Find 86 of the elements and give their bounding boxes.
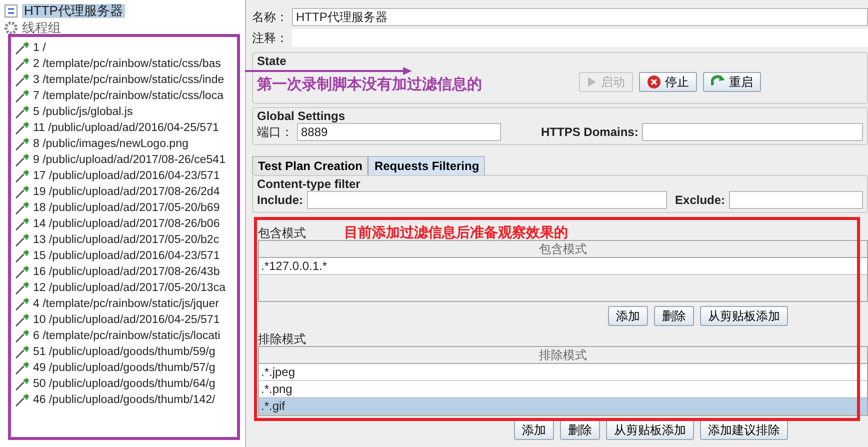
column-header: 包含模式: [259, 241, 867, 258]
exclude-field[interactable]: [729, 191, 863, 209]
tree-node[interactable]: 16 /public/upload/ad/2017/08-26/43b: [33, 265, 220, 279]
port-field[interactable]: 8889: [297, 123, 501, 141]
tab[interactable]: Requests Filtering: [368, 156, 486, 175]
dropper-icon: [14, 185, 30, 199]
tree-node[interactable]: 50 /public/upload/goods/thumb/64/g: [33, 377, 216, 391]
pattern-row[interactable]: .*.gif: [259, 398, 867, 415]
dropper-icon: [14, 313, 30, 327]
name-field[interactable]: HTTP代理服务器: [292, 8, 868, 26]
annotation-note: 第一次录制脚本没有加过滤信息的: [257, 77, 482, 91]
pattern-button[interactable]: 删除: [560, 420, 600, 440]
include-field[interactable]: [307, 191, 668, 209]
dropper-icon: [14, 153, 30, 167]
tree-node[interactable]: 46 /public/upload/goods/thumb/142/: [33, 393, 216, 407]
dropper-icon: [14, 393, 30, 407]
stop-icon: [647, 75, 661, 89]
section-title: Content-type filter: [257, 177, 360, 191]
pattern-button[interactable]: 删除: [654, 306, 694, 326]
field-label: 名称：: [252, 10, 288, 24]
section-title: State: [257, 54, 286, 68]
section-title: 排除模式: [258, 332, 306, 346]
dropper-icon: [14, 265, 30, 279]
dropper-icon: [14, 217, 30, 231]
https-domains-field[interactable]: [642, 123, 863, 141]
tree-node[interactable]: 2 /template/pc/rainbow/static/css/bas: [33, 57, 221, 71]
pattern-row[interactable]: .*127.0.0.1.*: [259, 258, 867, 275]
pattern-button[interactable]: 添加: [608, 306, 648, 326]
tree-node[interactable]: 1 /: [33, 41, 46, 55]
pattern-row[interactable]: .*.jpeg: [259, 364, 867, 381]
annotation-note: 目前添加过滤信息后准备观察效果的: [344, 226, 568, 240]
dropper-icon: [14, 297, 30, 311]
tree-node[interactable]: 15 /public/upload/ad/2016/04-23/571: [33, 249, 220, 263]
restart-icon: [711, 75, 725, 89]
tree-node[interactable]: 18 /public/upload/ad/2017/05-20/b69: [33, 201, 220, 215]
play-icon: [587, 76, 597, 88]
field-label: HTTPS Domains:: [541, 125, 638, 139]
dropper-icon: [14, 281, 30, 295]
tree-node[interactable]: 17 /public/upload/ad/2016/04-23/571: [33, 169, 220, 183]
dropper-icon: [14, 233, 30, 247]
tree-node[interactable]: 10 /public/upload/ad/2016/04-25/571: [33, 313, 220, 327]
tree-node[interactable]: 19 /public/upload/ad/2017/08-26/2d4: [33, 185, 220, 199]
dropper-icon: [14, 121, 30, 135]
tree-node[interactable]: 3 /template/pc/rainbow/static/css/inde: [33, 73, 224, 87]
pattern-button[interactable]: 添加建议排除: [700, 420, 788, 440]
tree-node[interactable]: 14 /public/upload/ad/2017/08-26/b06: [33, 217, 220, 231]
pattern-button[interactable]: 添加: [514, 420, 554, 440]
dropper-icon: [14, 201, 30, 215]
tree-node[interactable]: 49 /public/upload/goods/thumb/57/g: [33, 361, 216, 375]
proxy-button[interactable]: 停止: [639, 72, 697, 92]
field-label: 注释：: [252, 31, 288, 45]
tree-node[interactable]: 5 /public/js/global.js: [33, 105, 133, 119]
column-header: 排除模式: [259, 347, 867, 364]
tree-node[interactable]: 51 /public/upload/goods/thumb/59/g: [33, 345, 216, 359]
dropper-icon: [14, 377, 30, 391]
dropper-icon: [14, 105, 30, 119]
dropper-icon: [14, 345, 30, 359]
tree-node[interactable]: HTTP代理服务器: [22, 4, 125, 18]
tree-node[interactable]: 11 /public/upload/ad/2016/04-25/571: [33, 121, 219, 135]
dropper-icon: [14, 329, 30, 343]
section-title: 包含模式: [258, 226, 306, 240]
dropper-icon: [14, 249, 30, 263]
field-label: Include:: [257, 193, 304, 207]
dropper-icon: [14, 57, 30, 71]
dropper-icon: [14, 361, 30, 375]
tree-node[interactable]: 4 /template/pc/rainbow/static/js/jquer: [33, 297, 220, 311]
dropper-icon: [14, 169, 30, 183]
tree-node[interactable]: 13 /public/upload/ad/2017/05-20/b2c: [33, 233, 220, 247]
dropper-icon: [14, 89, 30, 103]
tree-node[interactable]: 7 /template/pc/rainbow/static/css/loca: [33, 89, 224, 103]
tab[interactable]: Test Plan Creation: [252, 156, 368, 175]
tree-node[interactable]: 9 /public/upload/ad/2017/08-26/ce541: [33, 153, 226, 167]
pattern-row[interactable]: .*.png: [259, 381, 867, 398]
field-label: Exclude:: [675, 193, 726, 207]
field-label: 端口：: [257, 125, 293, 139]
proxy-button[interactable]: 重启: [703, 72, 761, 92]
tree-node[interactable]: 6 /template/pc/rainbow/static/js/locati: [33, 329, 220, 343]
dropper-icon: [14, 73, 30, 87]
tree-node[interactable]: 线程组: [22, 21, 61, 35]
pattern-button[interactable]: 从剪贴板添加: [700, 306, 788, 326]
tree-node[interactable]: 12 /public/upload/ad/2017/05-20/13ca: [33, 281, 226, 295]
section-title: Global Settings: [257, 109, 346, 123]
dropper-icon: [14, 41, 30, 55]
tree-node[interactable]: 8 /public/images/newLogo.png: [33, 137, 188, 151]
pattern-button[interactable]: 从剪贴板添加: [606, 420, 694, 440]
dropper-icon: [14, 137, 30, 151]
